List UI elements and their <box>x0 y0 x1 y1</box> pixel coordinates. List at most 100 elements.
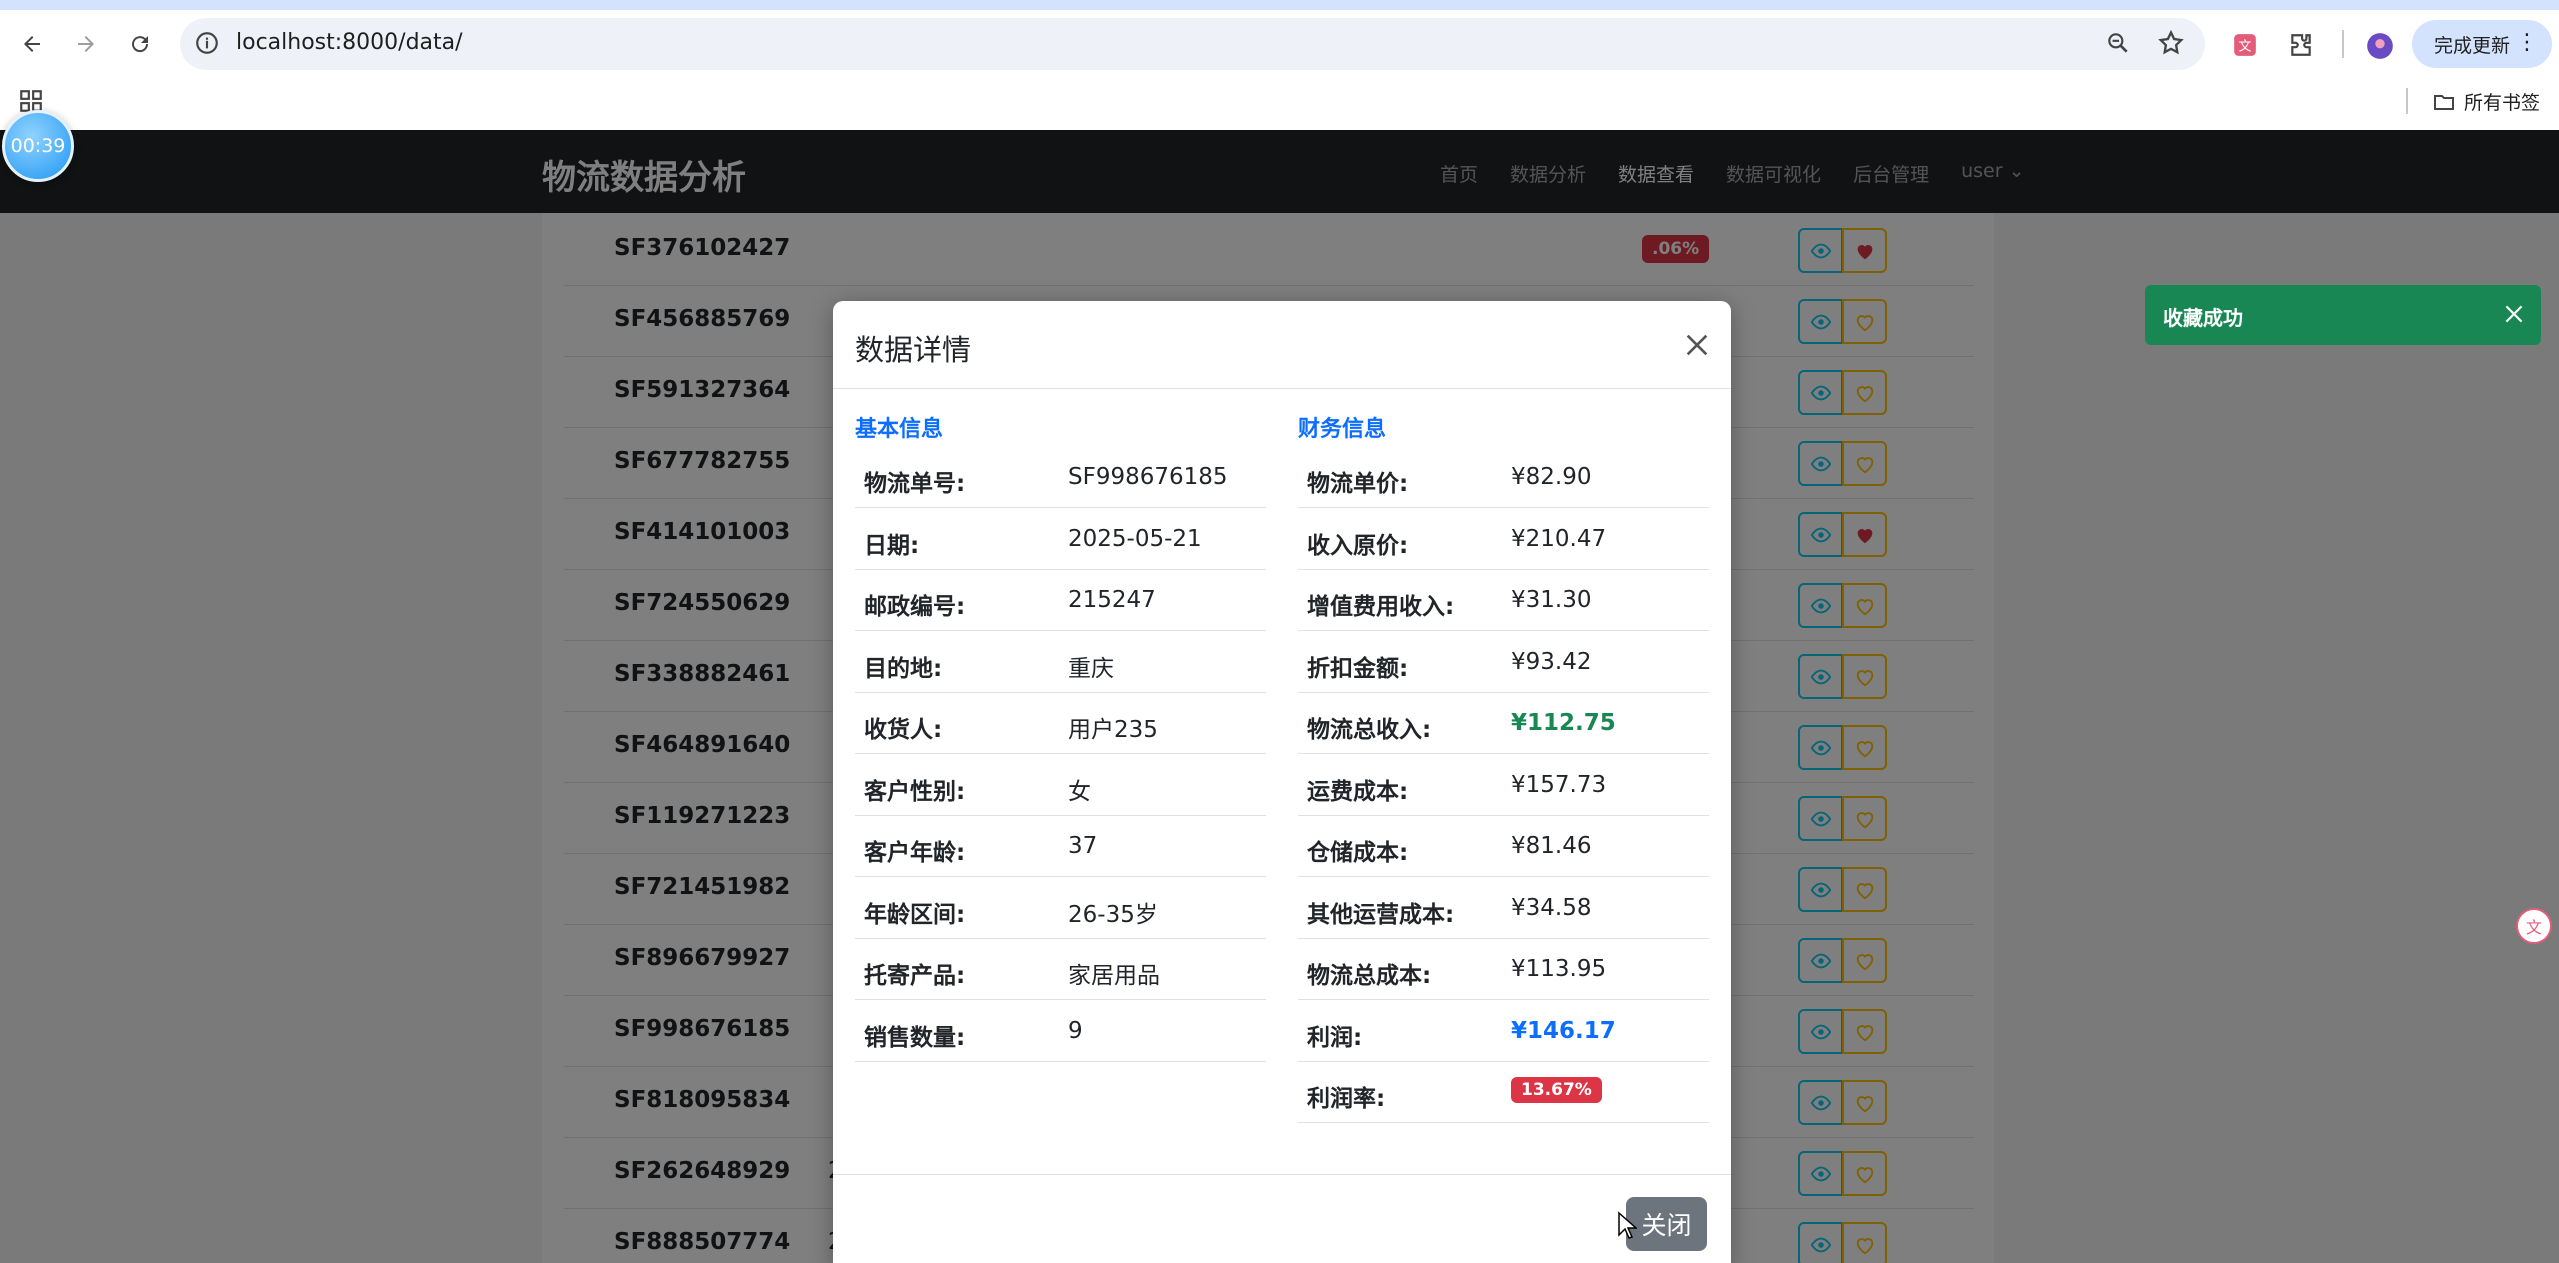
detail-label: 目的地: <box>864 655 943 682</box>
detail-label: 其他运营成本: <box>1307 901 1455 928</box>
address-bar[interactable]: localhost:8000/data/ <box>180 18 2205 70</box>
detail-label: 仓储成本: <box>1307 840 1409 866</box>
reload-icon <box>132 36 149 53</box>
detail-value: ¥113.95 <box>1511 956 1607 982</box>
detail-label: 日期: <box>864 532 920 559</box>
extensions-puzzle-icon[interactable] <box>2288 32 2314 58</box>
modal-header: 数据详情 <box>833 301 1731 389</box>
update-button[interactable]: 完成更新 ⋮ <box>2412 20 2552 68</box>
detail-row: 折扣金额: ¥93.42 <box>1298 631 1709 693</box>
detail-value: ¥81.46 <box>1511 833 1592 859</box>
detail-label: 销售数量: <box>864 1024 966 1051</box>
reload-button[interactable] <box>120 24 160 64</box>
detail-row: 利润: ¥146.17 <box>1298 1000 1709 1062</box>
detail-label: 利润率: <box>1307 1086 1386 1112</box>
arrow-left-icon <box>24 36 40 52</box>
detail-row: 目的地: 重庆 <box>855 631 1266 693</box>
web-page: 物流数据分析 首页 数据分析 数据查看 数据可视化 后台管理 user ⌄ SF… <box>0 130 2559 1263</box>
detail-value: ¥112.75 <box>1511 710 1616 736</box>
detail-label: 物流单号: <box>864 471 966 497</box>
detail-row: 日期: 2025-05-21 <box>855 508 1266 570</box>
detail-label: 运费成本: <box>1307 778 1409 805</box>
detail-row: 客户年龄: 37 <box>855 815 1266 877</box>
detail-label: 年龄区间: <box>864 901 966 928</box>
detail-row: 仓储成本: ¥81.46 <box>1298 815 1709 877</box>
detail-label: 收入原价: <box>1307 532 1409 559</box>
detail-label: 折扣金额: <box>1307 655 1409 682</box>
close-button[interactable]: 关闭 <box>1626 1197 1707 1251</box>
finance-info-title: 财务信息 <box>1298 417 1387 442</box>
detail-value: 26-35岁 <box>1068 901 1158 928</box>
detail-value: 37 <box>1068 833 1098 859</box>
toast-message: 收藏成功 <box>2163 306 2243 330</box>
bookmark-star-icon[interactable] <box>2157 29 2185 57</box>
detail-row: 销售数量: 9 <box>855 1000 1266 1062</box>
detail-row: 增值费用收入: ¥31.30 <box>1298 569 1709 631</box>
detail-label: 物流总成本: <box>1307 963 1432 989</box>
detail-value: 13.67% <box>1511 1077 1602 1103</box>
detail-row: 物流单号: SF998676185 <box>855 446 1266 508</box>
mouse-cursor-icon <box>1618 1211 1637 1239</box>
detail-value: 用户235 <box>1068 717 1158 743</box>
modal-footer-divider <box>833 1174 1731 1175</box>
detail-row: 物流总收入: ¥112.75 <box>1298 692 1709 754</box>
detail-value: 215247 <box>1068 587 1156 613</box>
svg-text:文: 文 <box>2239 39 2252 54</box>
floating-translate-icon[interactable]: 文 <box>2516 908 2552 944</box>
close-icon[interactable] <box>1681 329 1713 361</box>
timer-badge[interactable]: 00:39 <box>2 110 74 182</box>
success-toast: 收藏成功 <box>2145 285 2541 345</box>
detail-value: ¥31.30 <box>1511 587 1592 613</box>
basic-info-title: 基本信息 <box>855 417 944 442</box>
detail-label: 物流总收入: <box>1307 717 1432 743</box>
all-bookmarks-button[interactable]: 所有书签 <box>2432 88 2540 115</box>
detail-value: ¥146.17 <box>1511 1017 1616 1044</box>
detail-value: 2025-05-21 <box>1068 525 1202 552</box>
detail-value: ¥82.90 <box>1511 464 1592 490</box>
detail-value: SF998676185 <box>1068 464 1228 490</box>
url-text[interactable]: localhost:8000/data/ <box>236 30 463 55</box>
detail-label: 托寄产品: <box>864 963 966 989</box>
profile-avatar-icon[interactable] <box>2366 32 2394 60</box>
tab-strip <box>0 0 2559 10</box>
detail-label: 客户年龄: <box>864 840 966 866</box>
detail-value: 家居用品 <box>1068 963 1160 989</box>
translate-extension-icon[interactable]: 文 <box>2232 32 2258 58</box>
arrow-right-icon <box>78 36 94 52</box>
detail-modal: 数据详情 基本信息 财务信息 物流单号: SF998676185 日期: 2025-0… <box>833 301 1731 1263</box>
translate-glyph: 文 <box>2525 918 2542 937</box>
bookmarks-separator <box>2406 88 2408 114</box>
zoom-icon[interactable] <box>2105 30 2131 56</box>
detail-value: ¥157.73 <box>1511 771 1607 798</box>
detail-row: 年龄区间: 26-35岁 <box>855 877 1266 939</box>
toolbar-separator <box>2342 30 2344 58</box>
toast-close-icon[interactable] <box>2501 301 2527 327</box>
detail-label: 收货人: <box>864 717 943 743</box>
detail-value: 重庆 <box>1068 655 1114 682</box>
detail-row: 物流总成本: ¥113.95 <box>1298 938 1709 1000</box>
detail-value: 9 <box>1068 1017 1083 1044</box>
detail-label: 物流单价: <box>1307 471 1409 497</box>
detail-label: 增值费用收入: <box>1307 594 1455 620</box>
detail-value: 女 <box>1068 778 1091 805</box>
detail-row: 其他运营成本: ¥34.58 <box>1298 877 1709 939</box>
folder-icon <box>2434 94 2454 110</box>
detail-row: 邮政编号: 215247 <box>855 569 1266 631</box>
detail-value: ¥93.42 <box>1511 648 1592 675</box>
detail-row: 运费成本: ¥157.73 <box>1298 754 1709 816</box>
modal-title: 数据详情 <box>855 333 972 367</box>
detail-row: 托寄产品: 家居用品 <box>855 938 1266 1000</box>
detail-value: ¥34.58 <box>1511 894 1592 921</box>
detail-row: 物流单价: ¥82.90 <box>1298 446 1709 508</box>
info-icon[interactable] <box>194 30 220 56</box>
detail-label: 利润: <box>1307 1024 1363 1051</box>
forward-button[interactable] <box>66 24 106 64</box>
detail-row: 客户性别: 女 <box>855 754 1266 816</box>
more-menu-icon[interactable]: ⋮ <box>2516 32 2538 54</box>
detail-row: 利润率: 13.67% <box>1298 1061 1709 1123</box>
bookmarks-bar: 所有书签 <box>0 78 2559 130</box>
back-button[interactable] <box>12 24 52 64</box>
browser-toolbar: localhost:8000/data/ 文 完成更新 ⋮ <box>0 10 2559 78</box>
detail-row: 收入原价: ¥210.47 <box>1298 508 1709 570</box>
detail-label: 客户性别: <box>864 778 966 805</box>
